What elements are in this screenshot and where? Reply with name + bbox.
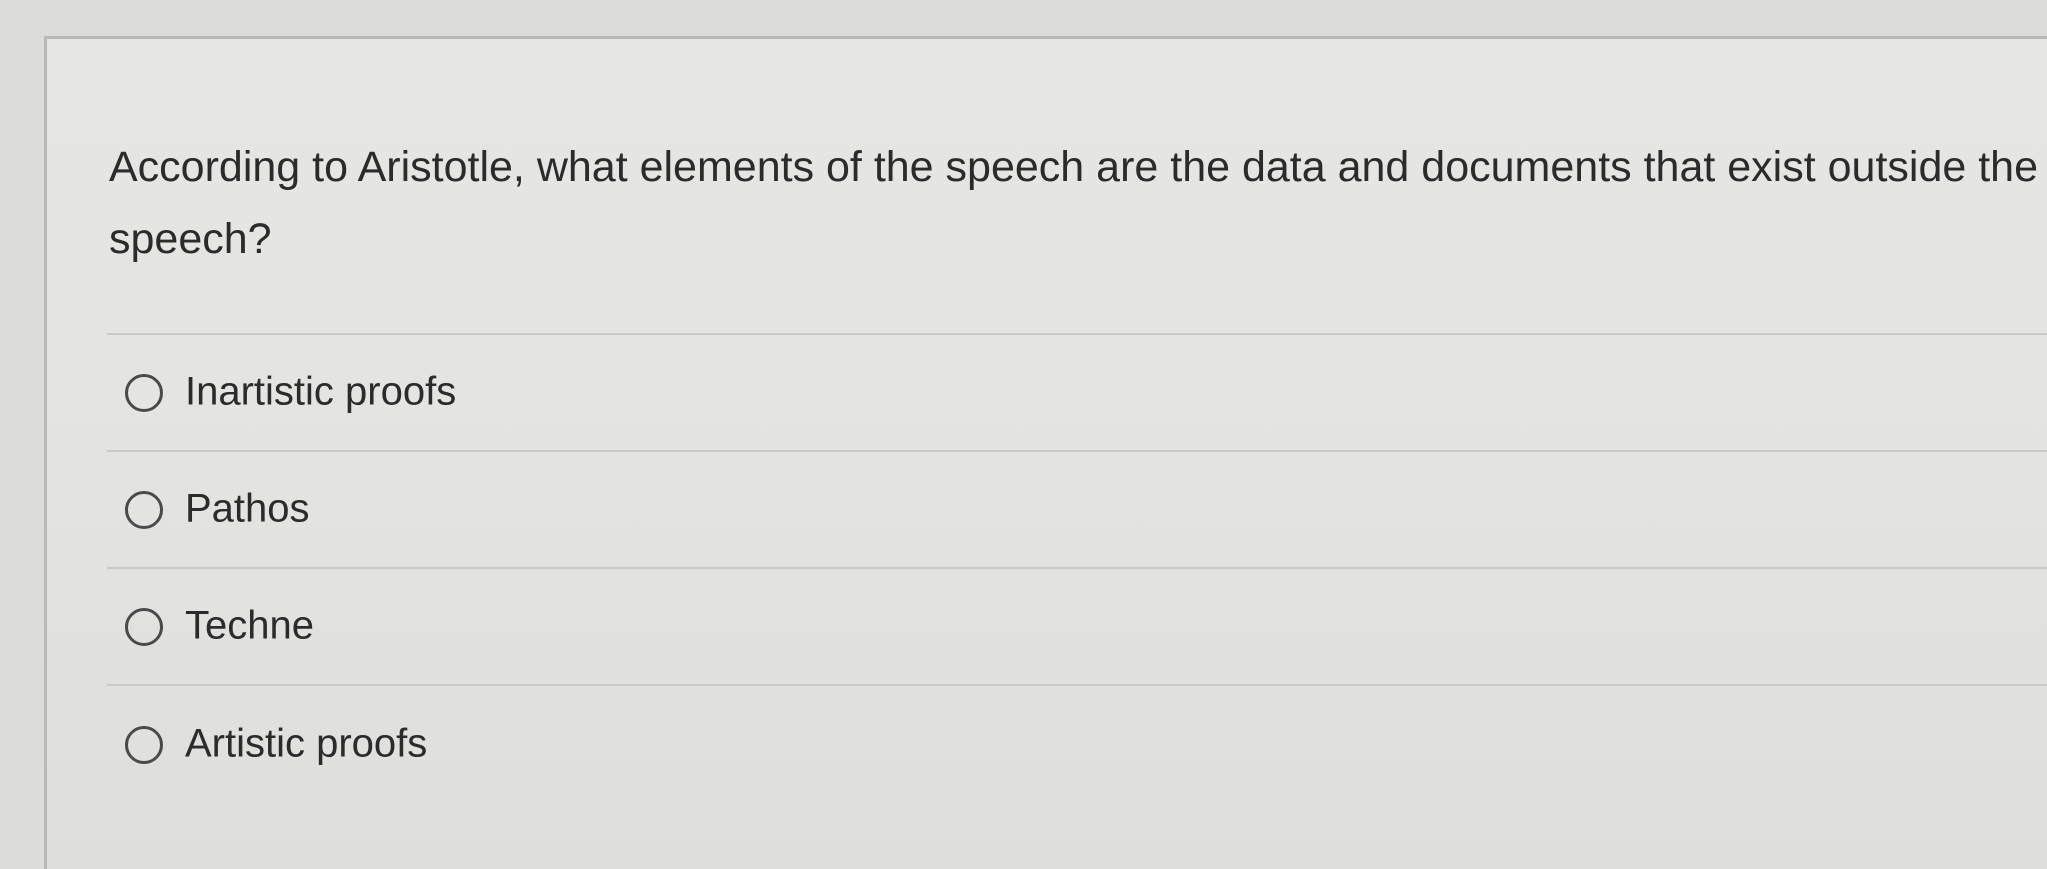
answer-list: Inartistic proofs Pathos Techne Artistic… xyxy=(107,333,2047,803)
answer-option-artistic-proofs[interactable]: Artistic proofs xyxy=(107,686,2047,803)
radio-button[interactable] xyxy=(125,373,163,412)
radio-button[interactable] xyxy=(125,725,163,764)
answer-label[interactable]: Artistic proofs xyxy=(185,721,427,766)
answer-label[interactable]: Pathos xyxy=(185,486,310,531)
radio-button[interactable] xyxy=(125,607,163,646)
answer-label[interactable]: Techne xyxy=(185,603,314,648)
question-text: According to Aristotle, what elements of… xyxy=(109,143,2038,263)
question-panel: According to Aristotle, what elements of… xyxy=(44,36,2047,869)
answer-option-inartistic-proofs[interactable]: Inartistic proofs xyxy=(107,335,2047,452)
answer-option-techne[interactable]: Techne xyxy=(107,569,2047,686)
answer-option-pathos[interactable]: Pathos xyxy=(107,452,2047,569)
answer-label[interactable]: Inartistic proofs xyxy=(185,369,456,414)
radio-button[interactable] xyxy=(125,490,163,529)
